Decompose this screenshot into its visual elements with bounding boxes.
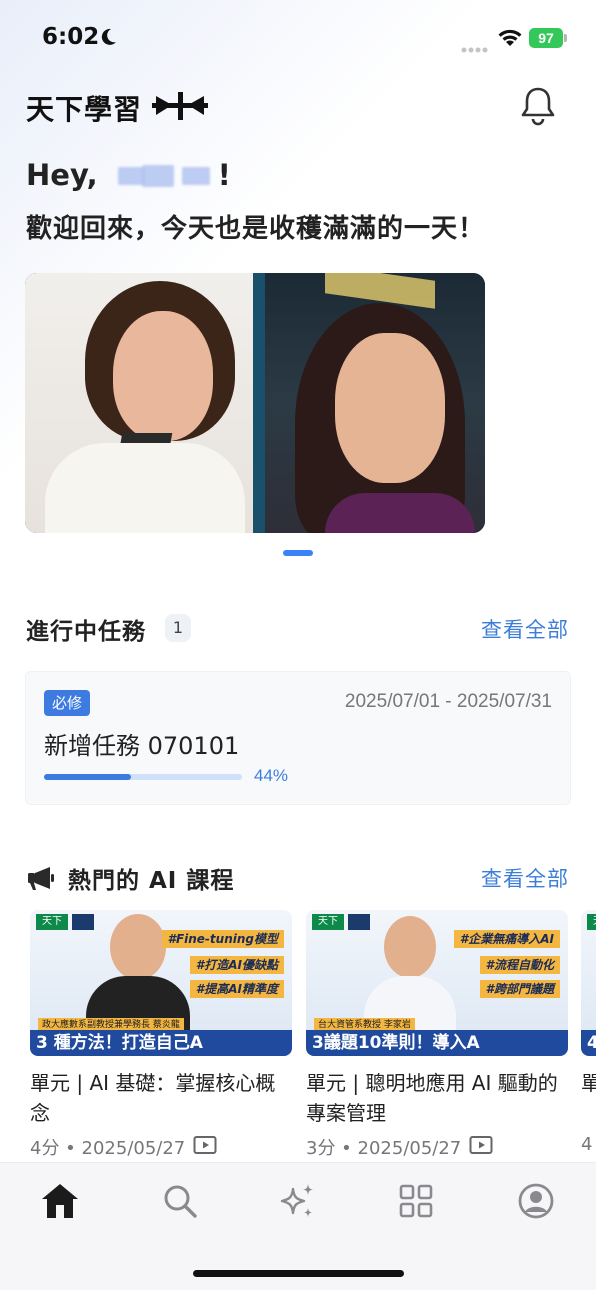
home-icon — [39, 1181, 81, 1225]
course-thumb-tag: #企業無痛導入AI — [453, 930, 560, 948]
course-title: 單元 | AI 基礎：掌握核心概念 — [30, 1071, 276, 1125]
brand-name: 天下學習 — [26, 93, 143, 126]
course-thumb-tag: #跨部門議題 — [479, 980, 560, 998]
task-name: 新增任務 070101 — [44, 732, 240, 760]
course-thumb-tag: #流程自動化 — [479, 956, 560, 974]
task-progress-fill — [44, 774, 132, 780]
course-duration-date: 4分 • 2025/05/27 — [30, 1138, 186, 1159]
search-icon — [161, 1182, 199, 1224]
course-thumb-banner: 3議題10準則！導入A — [306, 1030, 568, 1056]
tab-profile[interactable] — [514, 1181, 558, 1225]
signal-icon — [461, 39, 489, 58]
megaphone-icon — [26, 865, 56, 895]
course-thumbnail: 天下 #Fine-tuning模型 #打造AI優缺點 #提高AI精準度 政大應數… — [30, 910, 292, 1056]
app-screen: 6:02 97 天下學習 Hey, ! 歡迎回來，今天也是收穫滿滿的一天！ 進行… — [0, 0, 596, 1290]
course-thumb-tag: #Fine-tuning模型 — [161, 930, 284, 948]
course-title: 單人 — [581, 1071, 596, 1095]
wifi-icon — [497, 27, 523, 51]
course-thumbnail: 天下 #企業無痛導入AI #流程自動化 #跨部門議題 台大資管系教授 李家岩 3… — [306, 910, 568, 1056]
course-title: 單元 | 聰明地應用 AI 驅動的專案管理 — [306, 1071, 558, 1125]
notification-button[interactable] — [514, 84, 562, 132]
course-meta: 3分 • 2025/05/27 — [306, 1134, 493, 1160]
profile-icon — [517, 1182, 555, 1224]
course-thumbnail: 天下 4 — [581, 910, 596, 1056]
tasks-view-all-link[interactable]: 查看全部 — [481, 614, 569, 644]
greeting-hey: Hey, — [26, 158, 98, 192]
course-thumb-tag: #提高AI精準度 — [189, 980, 284, 998]
banner-photo-left — [25, 273, 253, 533]
moon-icon — [98, 27, 118, 51]
featured-banner[interactable] — [25, 273, 485, 533]
tab-home[interactable] — [38, 1181, 82, 1225]
brand-mark-icon — [152, 92, 209, 124]
battery-icon: 97 — [529, 28, 567, 48]
course-meta: 4分 • 2025/05/27 — [30, 1134, 217, 1160]
tab-search[interactable] — [158, 1181, 202, 1225]
task-progress-label: 44% — [254, 766, 289, 785]
task-date-range: 2025/07/01 - 2025/07/31 — [344, 691, 552, 712]
grid-icon — [398, 1183, 434, 1223]
course-thumb-banner: 4 — [581, 1030, 596, 1056]
course-duration-date: 3分 • 2025/05/27 — [306, 1138, 462, 1159]
sparkle-icon — [278, 1181, 318, 1225]
course-thumb-banner: 3 種方法！打造自己A — [30, 1030, 292, 1056]
tasks-section-title: 進行中任務 — [26, 619, 146, 645]
greeting: Hey, ! — [26, 158, 231, 192]
brand-logo[interactable]: 天下學習 — [26, 88, 209, 128]
greeting-exclaim: ! — [217, 158, 231, 192]
carousel-indicator[interactable] — [283, 550, 313, 556]
tasks-count-badge: 1 — [165, 614, 191, 642]
welcome-message: 歡迎回來，今天也是收穫滿滿的一天！ — [26, 214, 486, 244]
bell-icon — [518, 85, 558, 131]
task-card[interactable]: 必修 2025/07/01 - 2025/07/31 新增任務 070101 4… — [25, 671, 571, 805]
course-carousel[interactable]: 天下 #Fine-tuning模型 #打造AI優缺點 #提高AI精準度 政大應數… — [30, 910, 596, 1160]
required-tag: 必修 — [44, 690, 91, 716]
course-meta: 4 — [581, 1134, 592, 1155]
user-name-redacted — [112, 161, 216, 189]
course-duration-date: 4 — [581, 1134, 593, 1155]
video-icon — [193, 1135, 217, 1160]
video-icon — [469, 1135, 493, 1160]
course-thumb-tag: #打造AI優缺點 — [189, 956, 284, 974]
banner-photo-right — [265, 273, 485, 533]
task-progress-bar — [44, 774, 242, 780]
tab-ai[interactable] — [276, 1181, 320, 1225]
courses-section-title: 熱門的 AI 課程 — [68, 868, 235, 894]
courses-view-all-link[interactable]: 查看全部 — [481, 863, 569, 893]
status-time: 6:02 — [42, 24, 100, 50]
battery-level: 97 — [529, 28, 563, 48]
tab-categories[interactable] — [394, 1181, 438, 1225]
home-indicator[interactable] — [193, 1270, 404, 1277]
status-bar: 6:02 97 — [0, 0, 596, 78]
